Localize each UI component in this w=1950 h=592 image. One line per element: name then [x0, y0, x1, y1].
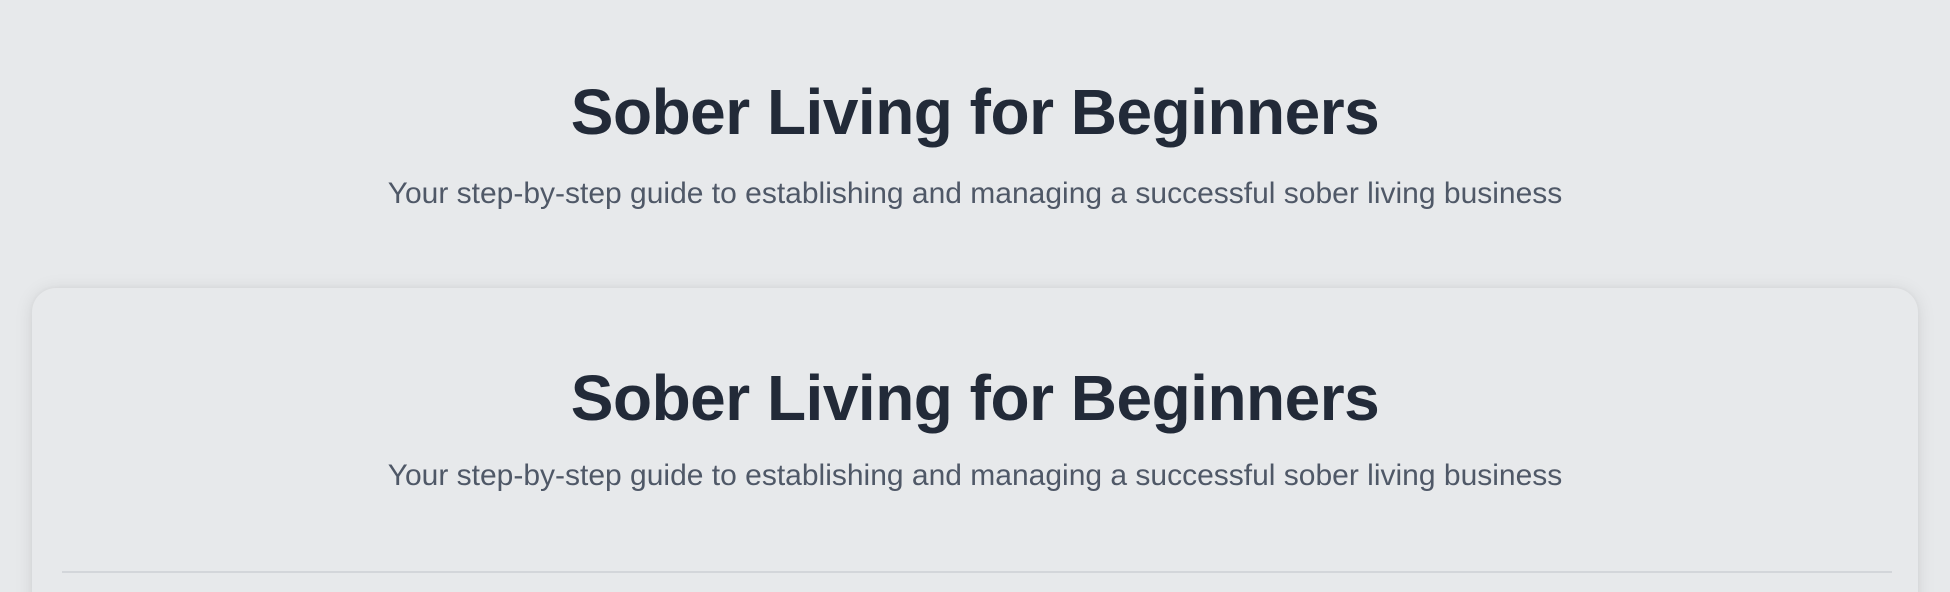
card-subtitle: Your step-by-step guide to establishing …: [387, 459, 1563, 492]
card-divider: [62, 571, 1892, 573]
page-subtitle: Your step-by-step guide to establishing …: [387, 177, 1563, 210]
page: Sober Living for Beginners Your step-by-…: [0, 0, 1950, 592]
content-card: Sober Living for Beginners Your step-by-…: [32, 288, 1918, 592]
page-title: Sober Living for Beginners: [570, 76, 1380, 148]
card-title: Sober Living for Beginners: [570, 362, 1380, 434]
